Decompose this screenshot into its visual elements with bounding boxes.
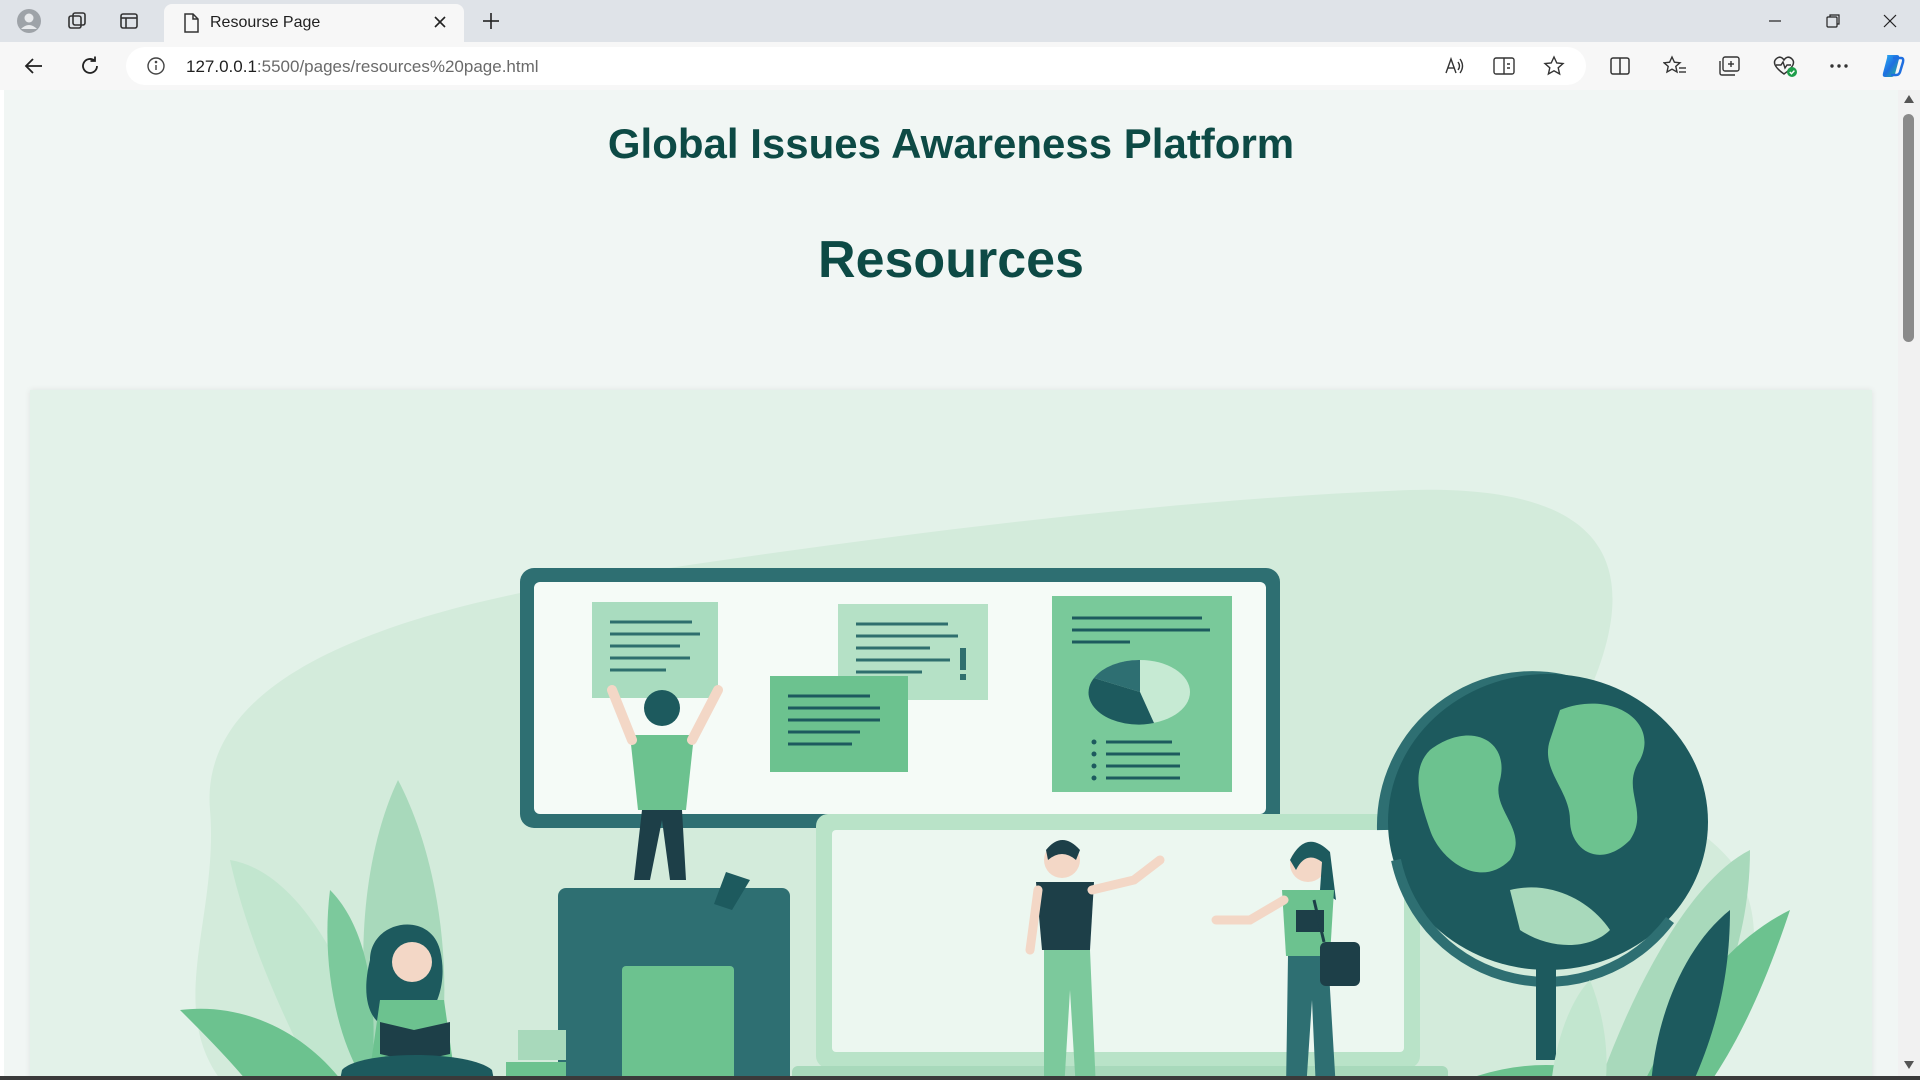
workspaces-icon[interactable] xyxy=(64,8,90,34)
close-tab-icon[interactable] xyxy=(428,10,452,34)
page-icon xyxy=(178,10,204,36)
page-viewport: Global Issues Awareness Platform Resourc… xyxy=(4,90,1898,1076)
url-text[interactable]: 127.0.0.1:5500/pages/resources%20page.ht… xyxy=(186,57,539,77)
scroll-up-arrow-icon[interactable] xyxy=(1898,94,1920,108)
heart-pulse-icon[interactable] xyxy=(1771,52,1799,80)
immersive-reader-icon[interactable] xyxy=(1492,54,1516,78)
hero-card xyxy=(30,390,1872,1076)
tab-title: Resourse Page xyxy=(210,14,321,31)
close-window-button[interactable] xyxy=(1862,0,1918,42)
site-info-icon[interactable] xyxy=(144,54,168,78)
refresh-button[interactable] xyxy=(76,52,104,80)
restore-button[interactable] xyxy=(1805,0,1861,42)
active-tab[interactable]: Resourse Page xyxy=(164,4,464,42)
person-figure xyxy=(644,690,680,726)
copilot-icon[interactable] xyxy=(1879,52,1907,80)
window-bottom-edge xyxy=(0,1076,1920,1080)
collections-icon[interactable] xyxy=(1716,52,1744,80)
tab-bar: Resourse Page xyxy=(0,0,1920,42)
site-title: Global Issues Awareness Platform xyxy=(607,120,1295,167)
document-card xyxy=(592,602,718,698)
split-screen-icon[interactable] xyxy=(1606,52,1634,80)
profile-icon[interactable] xyxy=(16,8,42,34)
new-tab-button[interactable] xyxy=(478,8,504,34)
favorite-star-icon[interactable] xyxy=(1542,54,1566,78)
scroll-down-arrow-icon[interactable] xyxy=(1898,1060,1920,1074)
minimize-button[interactable] xyxy=(1747,0,1803,42)
notes-card xyxy=(770,676,908,772)
page-scrollbar[interactable] xyxy=(1898,90,1920,1076)
favorites-icon[interactable] xyxy=(1661,52,1689,80)
url-path: :5500/pages/resources%20page.html xyxy=(256,57,539,76)
resources-illustration xyxy=(180,489,1790,1076)
vertical-tabs-icon[interactable] xyxy=(116,8,142,34)
url-host: 127.0.0.1 xyxy=(186,57,257,76)
more-icon[interactable] xyxy=(1825,52,1853,80)
scrollbar-thumb[interactable] xyxy=(1903,114,1914,342)
read-aloud-icon[interactable] xyxy=(1442,54,1466,78)
back-button[interactable] xyxy=(20,52,48,80)
page-heading: Resources xyxy=(818,231,1084,289)
address-bar[interactable]: 127.0.0.1:5500/pages/resources%20page.ht… xyxy=(126,47,1586,85)
laptop-base xyxy=(792,1066,1448,1076)
browser-toolbar: 127.0.0.1:5500/pages/resources%20page.ht… xyxy=(0,42,1920,90)
